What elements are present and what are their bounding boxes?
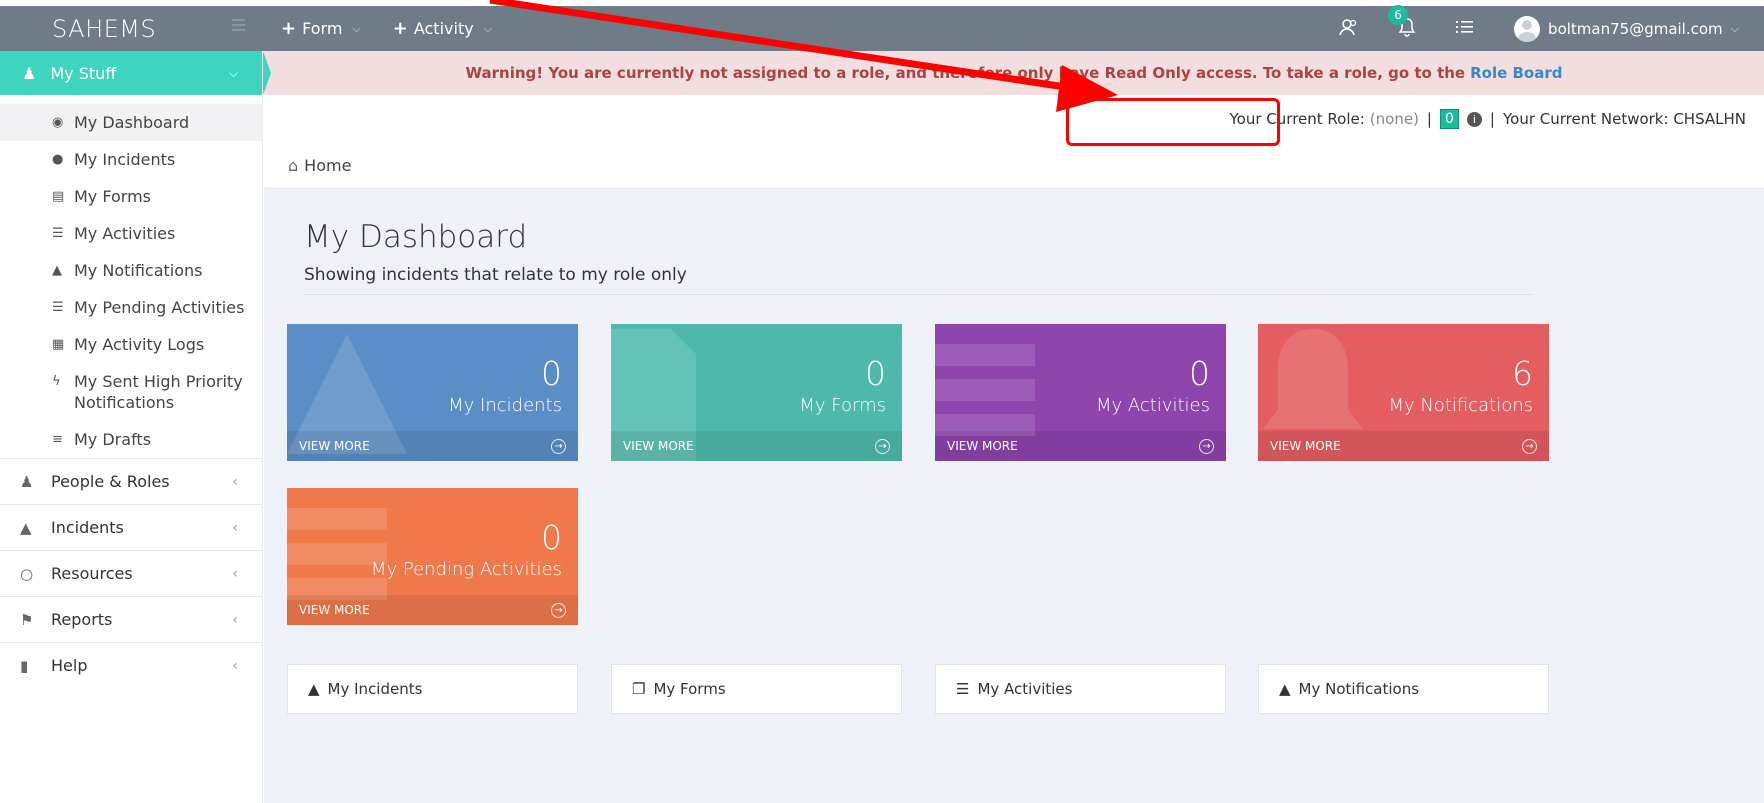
- annotation-arrow: [489, 0, 1118, 112]
